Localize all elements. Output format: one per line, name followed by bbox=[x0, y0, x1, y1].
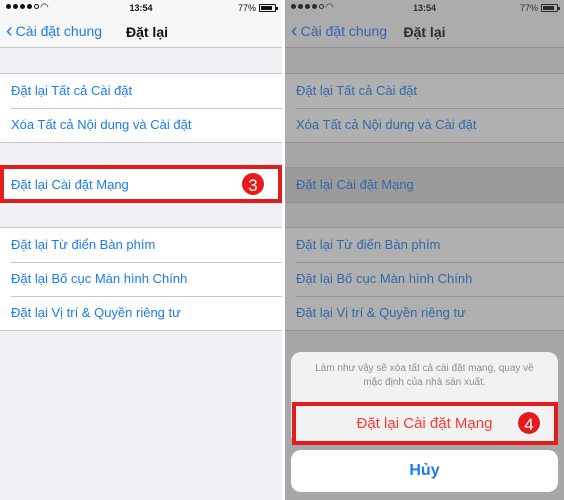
right-screen: ◠ 13:54 77% ‹ Cài đặt chung Đặt lại Đặt … bbox=[285, 0, 564, 500]
reset-location-privacy-row[interactable]: Đặt lại Vị trí & Quyền riêng tư bbox=[0, 296, 282, 330]
navigation-bar: ‹ Cài đặt chung Đặt lại bbox=[0, 16, 282, 48]
reset-home-screen-layout-row[interactable]: Đặt lại Bố cục Màn hình Chính bbox=[0, 262, 282, 296]
battery-icon bbox=[259, 4, 278, 12]
step-badge-3: 3 bbox=[240, 171, 266, 197]
page-title: Đặt lại bbox=[125, 24, 168, 40]
cancel-button[interactable]: Hủy bbox=[291, 450, 558, 492]
reset-all-settings-row[interactable]: Đặt lại Tất cả Cài đặt bbox=[0, 74, 282, 108]
step-badge-4: 4 bbox=[516, 410, 542, 436]
settings-group-3: Đặt lại Từ điển Bàn phím Đặt lại Bố cục … bbox=[0, 227, 282, 331]
settings-group-1: Đặt lại Tất cả Cài đặt Xóa Tất cả Nội du… bbox=[0, 73, 282, 143]
action-sheet-message: Làm như vậy sẽ xóa tất cả cài đặt mạng, … bbox=[315, 363, 534, 388]
battery-percent: 77% bbox=[237, 3, 256, 13]
reset-keyboard-dictionary-row[interactable]: Đặt lại Từ điển Bàn phím bbox=[0, 228, 282, 262]
erase-all-content-row[interactable]: Xóa Tất cả Nội dung và Cài đặt bbox=[0, 108, 282, 142]
status-bar: ◠ 13:54 77% bbox=[0, 0, 282, 16]
left-screen: ◠ 13:54 77% ‹ Cài đặt chung Đặt lại Đặt … bbox=[0, 0, 282, 500]
